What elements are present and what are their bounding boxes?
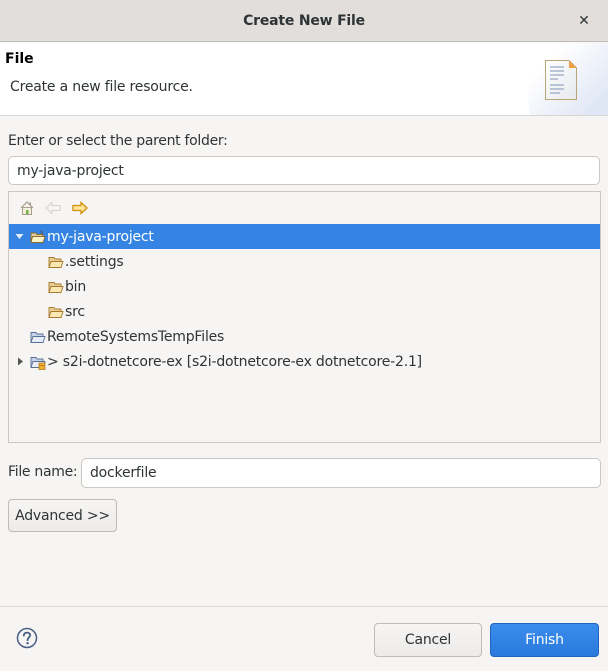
parent-folder-value: my-java-project	[17, 162, 124, 179]
footer-divider	[0, 606, 608, 607]
help-icon[interactable]	[16, 627, 38, 649]
wizard-banner: File Create a new file resource.	[0, 43, 608, 116]
cancel-button[interactable]: Cancel	[374, 623, 482, 657]
parent-folder-label: Enter or select the parent folder:	[8, 133, 228, 149]
new-file-icon	[545, 60, 577, 100]
home-button[interactable]	[18, 200, 36, 216]
tree-item-label: bin	[65, 278, 87, 295]
file-name-input[interactable]: dockerfile	[81, 458, 601, 488]
tree-item-src[interactable]: src	[9, 299, 600, 324]
tree-item-label: > s2i-dotnetcore-ex [s2i-dotnetcore-ex d…	[47, 353, 422, 370]
folder-tree-panel: my-java-project .settings bin src Remote…	[8, 191, 601, 443]
expand-chevron-icon[interactable]	[14, 232, 24, 242]
file-name-value: dockerfile	[90, 465, 157, 481]
window-title: Create New File	[243, 12, 365, 29]
tree-item-settings[interactable]: .settings	[9, 249, 600, 274]
project-folder-icon	[30, 229, 46, 243]
back-arrow-icon	[45, 201, 61, 215]
folder-icon	[48, 256, 64, 268]
git-project-folder-icon	[30, 356, 46, 370]
advanced-button[interactable]: Advanced >>	[8, 499, 117, 532]
title-bar: Create New File ✕	[0, 0, 608, 42]
tree-item-label: my-java-project	[47, 228, 154, 245]
tree-item-label: RemoteSystemsTempFiles	[47, 328, 225, 345]
file-name-label: File name:	[8, 464, 78, 480]
folder-icon	[48, 281, 64, 293]
tree-item-remote-systems-temp-files[interactable]: RemoteSystemsTempFiles	[9, 324, 600, 349]
banner-description: Create a new file resource.	[10, 79, 193, 95]
parent-folder-input[interactable]: my-java-project	[8, 156, 600, 185]
tree-item-bin[interactable]: bin	[9, 274, 600, 299]
close-icon[interactable]: ✕	[574, 11, 594, 31]
forward-button[interactable]	[71, 200, 89, 216]
banner-heading: File	[5, 51, 34, 67]
tree-item-my-java-project[interactable]: my-java-project	[9, 224, 600, 249]
back-button[interactable]	[44, 200, 62, 216]
project-folder-icon	[30, 331, 46, 343]
finish-button[interactable]: Finish	[490, 623, 599, 657]
home-icon	[20, 201, 34, 215]
folder-icon	[48, 306, 64, 318]
folder-tree: my-java-project .settings bin src Remote…	[9, 224, 600, 374]
tree-toolbar	[9, 192, 600, 224]
expand-chevron-icon[interactable]	[15, 357, 25, 367]
forward-arrow-icon	[72, 201, 88, 215]
tree-item-s2i-dotnetcore-ex[interactable]: > s2i-dotnetcore-ex [s2i-dotnetcore-ex d…	[9, 349, 600, 374]
tree-item-label: src	[65, 303, 85, 320]
tree-item-label: .settings	[65, 253, 124, 270]
